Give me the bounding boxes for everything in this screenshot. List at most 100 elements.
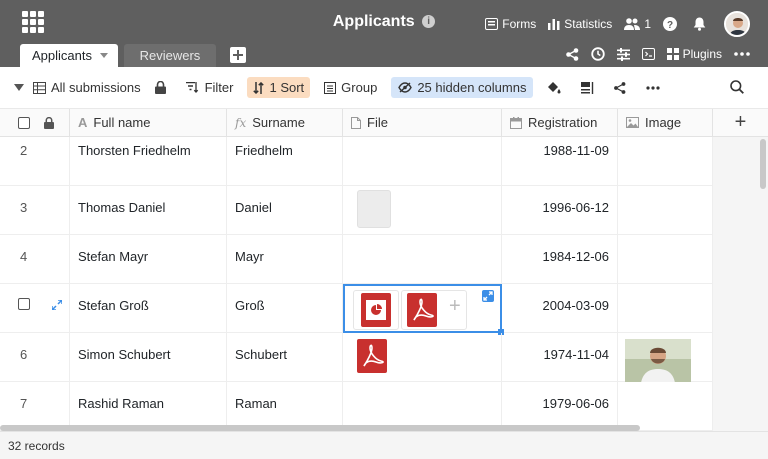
help-icon: ? [663,17,677,31]
collaborators-button[interactable]: 1 [624,17,651,31]
cell-surname[interactable]: Mayr [227,235,343,284]
filter-button[interactable]: Filter [185,80,233,95]
portrait-photo[interactable] [625,339,691,382]
add-column-button[interactable]: + [713,109,768,137]
filter-icon [185,82,198,93]
table-row[interactable]: 2 Thorsten Friedhelm Friedhelm 1988-11-0… [0,137,713,186]
table-row[interactable]: 7 Rashid Raman Raman 1979-06-06 [0,382,713,431]
column-header-select [0,109,70,137]
help-button[interactable]: ? [663,17,681,31]
table-row[interactable]: 6 Simon Schubert Schubert 1974-11-04 [0,333,713,382]
cell-registration[interactable]: 1988-11-09 [502,137,618,186]
statistics-icon [548,19,560,30]
lock-icon[interactable] [154,81,166,94]
view-selector[interactable]: All submissions [33,80,141,95]
table-row[interactable]: Stefan Groß Groß + 2004-03-09 [0,284,713,335]
pdf-file-icon[interactable] [407,293,437,327]
user-avatar[interactable] [724,11,750,37]
cell-registration[interactable]: 2004-03-09 [502,284,618,333]
cell-full-name[interactable]: Stefan Groß [70,284,227,333]
group-label: Group [341,80,378,95]
cell-surname[interactable]: Friedhelm [227,137,343,186]
notifications-button[interactable] [693,17,710,31]
cell-file[interactable] [343,186,502,235]
group-button[interactable]: Group [324,80,377,95]
plugins-button[interactable]: Plugins [666,47,722,61]
history-icon[interactable] [590,47,605,61]
paint-bucket-icon[interactable] [547,81,561,94]
more-horizontal-icon[interactable] [734,52,750,56]
column-label: Registration [528,115,598,130]
more-options-icon[interactable] [646,85,661,90]
cell-image[interactable] [618,235,713,284]
cell-full-name[interactable]: Simon Schubert [70,333,227,382]
date-icon [510,116,522,129]
expand-row-icon[interactable] [50,299,63,311]
row-number: 7 [0,382,70,431]
cell-registration[interactable]: 1996-06-12 [502,186,618,235]
text-icon: A [78,115,88,130]
share-icon[interactable] [565,47,579,61]
add-file-icon[interactable]: + [449,295,461,318]
tab-applicants[interactable]: Applicants [20,44,118,67]
cell-file[interactable] [343,333,502,382]
column-header-full-name[interactable]: A Full name [70,109,227,137]
column-label: Surname [252,115,305,130]
search-icon[interactable] [730,80,744,94]
lock-icon[interactable] [44,116,54,129]
row-height-icon[interactable] [581,81,594,94]
row-checkbox[interactable] [18,298,30,310]
cell-full-name[interactable]: Thomas Daniel [70,186,227,235]
hidden-columns-button[interactable]: 25 hidden columns [391,77,534,98]
presentation-file-icon[interactable] [361,293,391,327]
sort-button[interactable]: 1 Sort [247,77,311,98]
expand-cell-icon[interactable] [482,290,494,302]
statistics-button[interactable]: Statistics [548,17,612,31]
column-header-file[interactable]: File [343,109,502,137]
record-count: 32 records [8,439,65,453]
cell-registration[interactable]: 1979-06-06 [502,382,618,431]
cell-image[interactable] [618,382,713,431]
share-view-icon[interactable] [614,81,626,94]
image-icon [626,117,639,128]
cell-surname[interactable]: Schubert [227,333,343,382]
select-all-checkbox[interactable] [18,116,30,129]
row-number: 2 [0,137,70,186]
cell-surname[interactable]: Raman [227,382,343,431]
cell-image[interactable] [618,186,713,235]
header-actions: Forms Statistics 1 ? [473,11,750,37]
sort-label: 1 Sort [269,80,305,95]
status-bar: 32 records [0,431,768,459]
table-row[interactable]: 4 Stefan Mayr Mayr 1984-12-06 [0,235,713,284]
forms-button[interactable]: Forms [485,17,536,31]
pdf-file-icon[interactable] [357,339,387,373]
cell-file-selected[interactable]: + [343,284,504,335]
cell-file[interactable] [343,382,502,431]
column-header-image[interactable]: Image [618,109,713,137]
cell-full-name[interactable]: Stefan Mayr [70,235,227,284]
tab-reviewers[interactable]: Reviewers [123,44,217,67]
column-header-surname[interactable]: fx Surname [227,109,343,137]
cell-registration[interactable]: 1974-11-04 [502,333,618,382]
blank-file-icon[interactable] [357,190,391,228]
cell-full-name[interactable]: Rashid Raman [70,382,227,431]
chevron-down-icon[interactable] [99,53,108,58]
table-row[interactable]: 3 Thomas Daniel Daniel 1996-06-12 [0,186,713,235]
caret-down-icon[interactable] [14,84,24,91]
cell-full-name[interactable]: Thorsten Friedhelm [70,137,227,186]
cell-surname[interactable]: Groß [227,284,343,333]
vertical-scrollbar[interactable] [760,139,766,189]
script-icon[interactable] [641,48,655,60]
cell-image[interactable] [618,333,713,382]
settings-sliders-icon[interactable] [616,47,630,61]
cell-registration[interactable]: 1984-12-06 [502,235,618,284]
column-header-registration[interactable]: Registration [502,109,618,137]
info-icon[interactable]: i [422,15,436,28]
cell-image[interactable] [618,137,713,186]
cell-image[interactable] [618,284,713,333]
cell-surname[interactable]: Daniel [227,186,343,235]
cell-file[interactable] [343,235,502,284]
avatar-image-icon [726,13,748,35]
cell-file[interactable] [343,137,502,186]
add-table-icon[interactable] [230,47,247,63]
